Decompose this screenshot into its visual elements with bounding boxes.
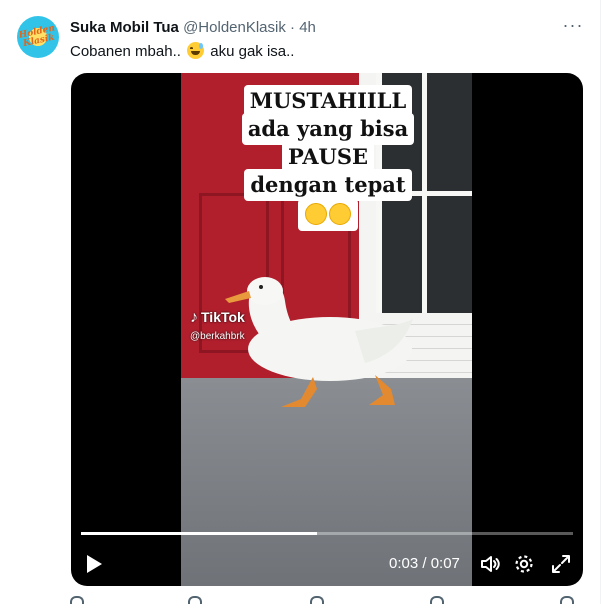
white-duck-image <box>225 277 413 407</box>
more-options-button[interactable]: ··· <box>562 16 584 38</box>
tweet-text: Cobanen mbah.. aku gak isa.. <box>70 42 294 62</box>
video-caption-overlay: MUSTAHIILL ada yang bisa PAUSE dengan te… <box>233 85 423 231</box>
settings-gear-icon[interactable] <box>512 552 536 576</box>
video-progress-bar[interactable] <box>81 532 573 535</box>
tweet-text-part-2: aku gak isa.. <box>210 43 295 60</box>
tweet-header: Suka Mobil Tua @HoldenKlasik · 4h <box>70 18 316 38</box>
separator-dot: · <box>290 19 296 36</box>
tweet-card[interactable]: Holden Klasik Suka Mobil Tua @HoldenKlasi… <box>0 0 601 604</box>
fullscreen-icon[interactable] <box>549 552 573 576</box>
caption-line-4: dengan tepat <box>244 169 412 201</box>
caption-emojis <box>298 199 358 231</box>
play-icon[interactable] <box>81 551 107 577</box>
avatar-logo-text: Holden Klasik <box>18 23 56 50</box>
timestamp[interactable]: 4h <box>299 19 316 36</box>
tiktok-watermark: ♪ TikTok <box>190 309 245 326</box>
avatar[interactable]: Holden Klasik <box>17 16 59 58</box>
share-icon[interactable] <box>560 596 574 604</box>
views-icon[interactable] <box>430 596 444 604</box>
grinning-squinting-face-emoji <box>305 203 327 225</box>
tiktok-brand: TikTok <box>201 309 245 325</box>
like-icon[interactable] <box>310 596 324 604</box>
display-name[interactable]: Suka Mobil Tua <box>70 19 179 36</box>
video-timecode: 0:03 / 0:07 <box>389 555 460 572</box>
tiktok-handle: @berkahbrk <box>190 331 245 342</box>
user-handle[interactable]: @HoldenKlasik <box>183 19 286 36</box>
reply-icon[interactable] <box>70 596 84 604</box>
tweet-text-part-1: Cobanen mbah.. <box>70 43 181 60</box>
tweet-action-bar <box>70 596 580 608</box>
tiktok-logo-icon: ♪ <box>190 309 198 326</box>
video-frame[interactable]: MUSTAHIILL ada yang bisa PAUSE dengan te… <box>181 73 472 586</box>
video-player[interactable]: MUSTAHIILL ada yang bisa PAUSE dengan te… <box>71 73 583 586</box>
rolling-on-floor-laughing-emoji <box>329 203 351 225</box>
retweet-icon[interactable] <box>188 596 202 604</box>
grinning-face-with-sweat-emoji <box>187 42 205 59</box>
volume-icon[interactable] <box>478 552 502 576</box>
video-progress-fill <box>81 532 318 535</box>
